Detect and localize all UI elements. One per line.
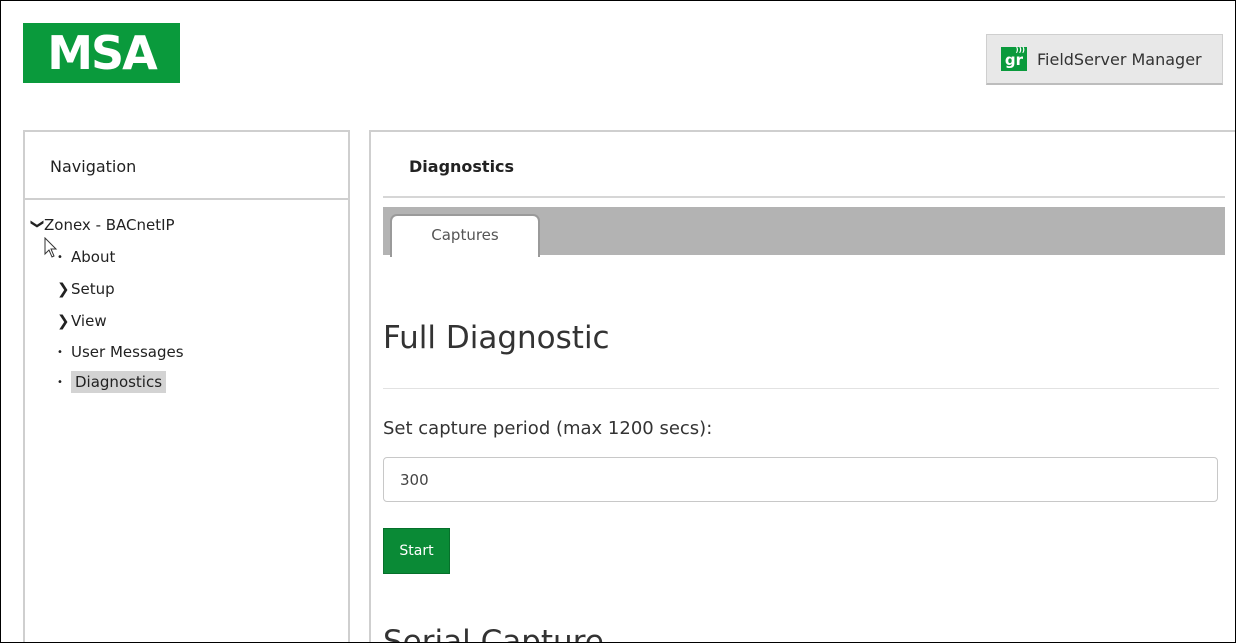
chevron-right-icon[interactable]: ❯ — [57, 312, 71, 330]
tree-root[interactable]: ❯ Zonex - BACnetIP — [30, 216, 175, 234]
navigation-title: Navigation — [25, 132, 348, 200]
bullet-icon: • — [57, 346, 63, 358]
sidebar-item-label[interactable]: Diagnostics — [71, 371, 167, 393]
chevron-right-icon[interactable]: ❯ — [57, 280, 71, 298]
app-frame: MSA gr ))) FieldServer Manager Navigatio… — [0, 0, 1236, 643]
tab-captures[interactable]: Captures — [390, 214, 540, 257]
start-button[interactable]: Start — [383, 528, 450, 574]
msa-logo: MSA — [23, 23, 180, 83]
signal-icon: ))) — [1015, 46, 1025, 54]
serial-capture-heading: Serial Capture — [383, 624, 604, 643]
sidebar-item-label[interactable]: About — [71, 248, 115, 266]
fieldserver-manager-button[interactable]: gr ))) FieldServer Manager — [986, 34, 1223, 85]
capture-period-label: Set capture period (max 1200 secs): — [383, 418, 713, 439]
bullet-icon: • — [57, 251, 63, 263]
tab-bar: Captures — [383, 207, 1225, 257]
sidebar-item-label[interactable]: User Messages — [71, 343, 184, 361]
fieldserver-manager-icon: gr ))) — [1001, 47, 1027, 71]
section-divider — [383, 388, 1219, 389]
chevron-down-icon[interactable]: ❯ — [30, 218, 45, 232]
title-divider — [383, 196, 1225, 198]
sidebar-item-view[interactable]: ❯ View — [57, 312, 107, 330]
mouse-cursor-icon — [44, 237, 58, 258]
sidebar-item-label[interactable]: Setup — [71, 280, 115, 298]
sidebar-item-about[interactable]: • About — [57, 248, 115, 266]
bullet-icon: • — [57, 376, 63, 388]
main-panel: Diagnostics Captures Full Diagnostic Set… — [369, 130, 1235, 643]
capture-period-input[interactable] — [383, 457, 1218, 502]
page-title: Diagnostics — [409, 157, 515, 176]
sidebar-item-user-messages[interactable]: • User Messages — [57, 343, 184, 361]
sidebar-item-label[interactable]: View — [71, 312, 107, 330]
sidebar-item-setup[interactable]: ❯ Setup — [57, 280, 115, 298]
fieldserver-manager-label: FieldServer Manager — [1037, 49, 1202, 69]
tree-root-label[interactable]: Zonex - BACnetIP — [44, 216, 175, 234]
section-heading: Full Diagnostic — [383, 320, 610, 356]
sidebar-item-diagnostics[interactable]: • Diagnostics — [57, 371, 167, 393]
